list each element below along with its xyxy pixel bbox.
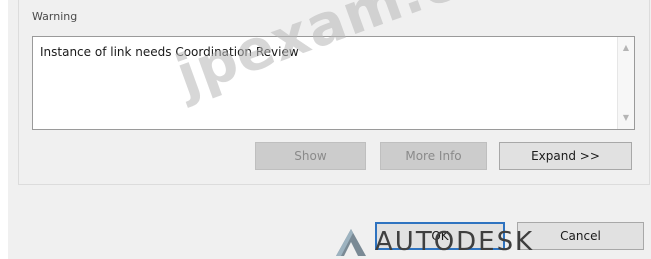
- expand-button[interactable]: Expand >>: [499, 142, 632, 170]
- warning-label: Warning: [32, 10, 78, 23]
- cancel-button[interactable]: Cancel: [517, 222, 644, 250]
- ok-button[interactable]: OK: [375, 222, 505, 250]
- scroll-down-icon[interactable]: ▼: [618, 111, 634, 125]
- scroll-up-icon[interactable]: ▲: [618, 41, 634, 55]
- show-button[interactable]: Show: [255, 142, 366, 170]
- warning-message-text: Instance of link needs Coordination Revi…: [40, 45, 299, 59]
- more-info-button[interactable]: More Info: [380, 142, 487, 170]
- message-scrollbar[interactable]: ▲ ▼: [617, 37, 634, 129]
- warning-message-box[interactable]: Instance of link needs Coordination Revi…: [32, 36, 635, 130]
